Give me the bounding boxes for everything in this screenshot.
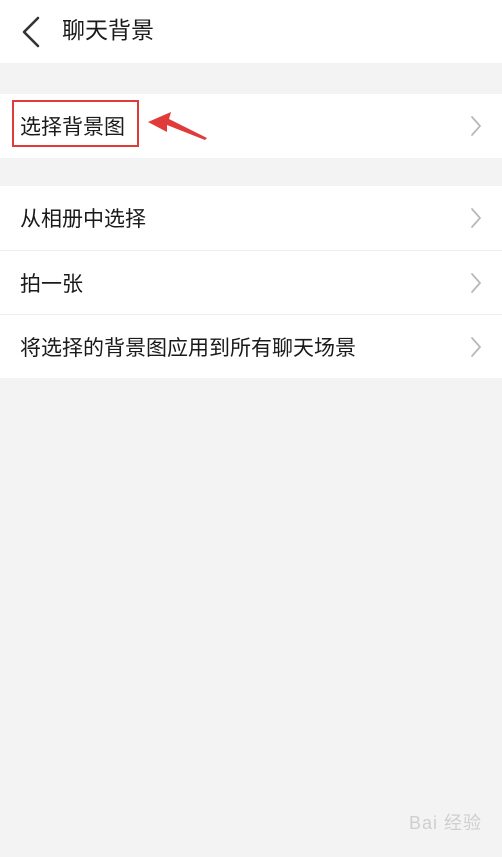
- red-arrow-annotation: [148, 112, 207, 140]
- baidu-jingyan-watermark: Bai 经验: [408, 813, 482, 833]
- chevron-right-icon: [471, 272, 481, 293]
- apply-to-all-chats-label: 将选择的背景图应用到所有聊天场景: [20, 335, 356, 360]
- choose-from-album-row[interactable]: 从相册中选择: [0, 186, 502, 250]
- take-photo-row[interactable]: 拍一张: [0, 250, 502, 314]
- app-header: 聊天背景: [0, 0, 502, 63]
- chevron-right-icon: [471, 208, 481, 228]
- background-options-group: 从相册中选择 拍一张 将选择的背景图应用到所有聊天场景: [0, 186, 502, 378]
- back-button[interactable]: [10, 10, 54, 54]
- choose-from-album-label: 从相册中选择: [20, 207, 146, 231]
- apply-to-all-chats-row[interactable]: 将选择的背景图应用到所有聊天场景: [0, 314, 502, 378]
- highlight-box-annotation: [12, 100, 139, 147]
- chevron-right-icon: [471, 116, 481, 136]
- take-photo-label: 拍一张: [20, 271, 83, 296]
- page-title: 聊天背景: [62, 18, 154, 44]
- chevron-right-icon: [471, 336, 481, 357]
- chevron-left-icon: [22, 16, 40, 48]
